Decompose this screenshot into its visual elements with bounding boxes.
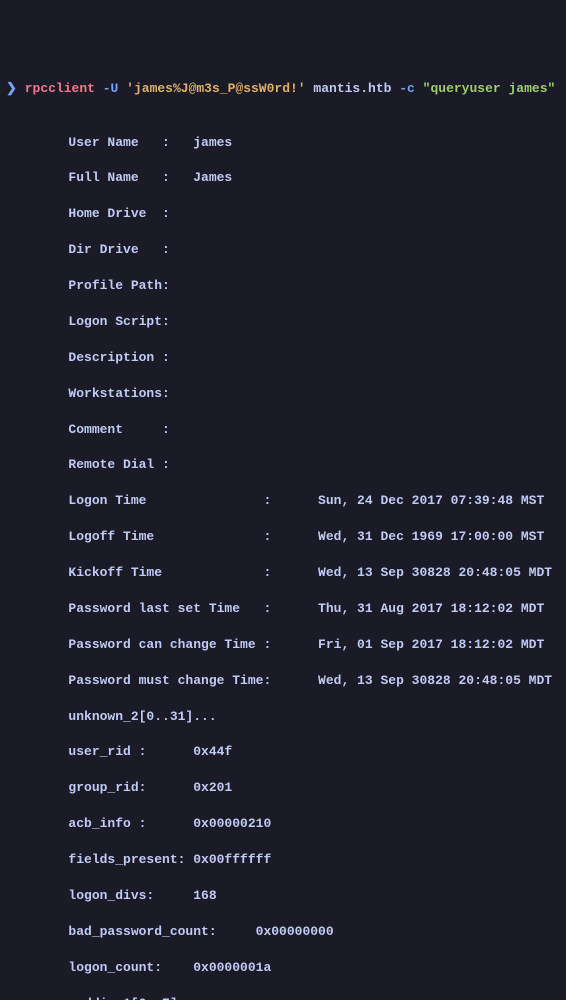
host: mantis.htb <box>313 81 391 96</box>
output-line: Password last set Time : Thu, 31 Aug 201… <box>6 600 560 618</box>
output-line: User Name : james <box>6 134 560 152</box>
output-line: logon_divs: 168 <box>6 887 560 905</box>
output-line: Kickoff Time : Wed, 13 Sep 30828 20:48:0… <box>6 564 560 582</box>
output-line: group_rid: 0x201 <box>6 779 560 797</box>
output-line: bad_password_count: 0x00000000 <box>6 923 560 941</box>
output-line: fields_present: 0x00ffffff <box>6 851 560 869</box>
output-line: Workstations: <box>6 385 560 403</box>
output-line: Logon Script: <box>6 313 560 331</box>
output-line: padding1[0..7]... <box>6 995 560 1000</box>
output-block: User Name : james Full Name : James Home… <box>6 116 560 1000</box>
output-line: Password must change Time: Wed, 13 Sep 3… <box>6 672 560 690</box>
output-line: Password can change Time : Fri, 01 Sep 2… <box>6 636 560 654</box>
output-line: Home Drive : <box>6 205 560 223</box>
output-line: unknown_2[0..31]... <box>6 708 560 726</box>
output-line: Dir Drive : <box>6 241 560 259</box>
output-line: acb_info : 0x00000210 <box>6 815 560 833</box>
credentials: 'james%J@m3s_P@ssW0rd!' <box>126 81 305 96</box>
flag-user: -U <box>103 81 119 96</box>
output-line: user_rid : 0x44f <box>6 743 560 761</box>
command-tool: rpcclient <box>25 81 95 96</box>
flag-command: -c <box>399 81 415 96</box>
output-line: logon_count: 0x0000001a <box>6 959 560 977</box>
query-string: "queryuser james" <box>423 81 556 96</box>
output-line: Description : <box>6 349 560 367</box>
output-line: Remote Dial : <box>6 456 560 474</box>
output-line: Logon Time : Sun, 24 Dec 2017 07:39:48 M… <box>6 492 560 510</box>
prompt-arrow: ❯ <box>6 81 17 96</box>
output-line: Comment : <box>6 421 560 439</box>
output-line: Logoff Time : Wed, 31 Dec 1969 17:00:00 … <box>6 528 560 546</box>
output-line: Full Name : James <box>6 169 560 187</box>
command-line[interactable]: ❯ rpcclient -U 'james%J@m3s_P@ssW0rd!' m… <box>6 80 560 98</box>
output-line: Profile Path: <box>6 277 560 295</box>
